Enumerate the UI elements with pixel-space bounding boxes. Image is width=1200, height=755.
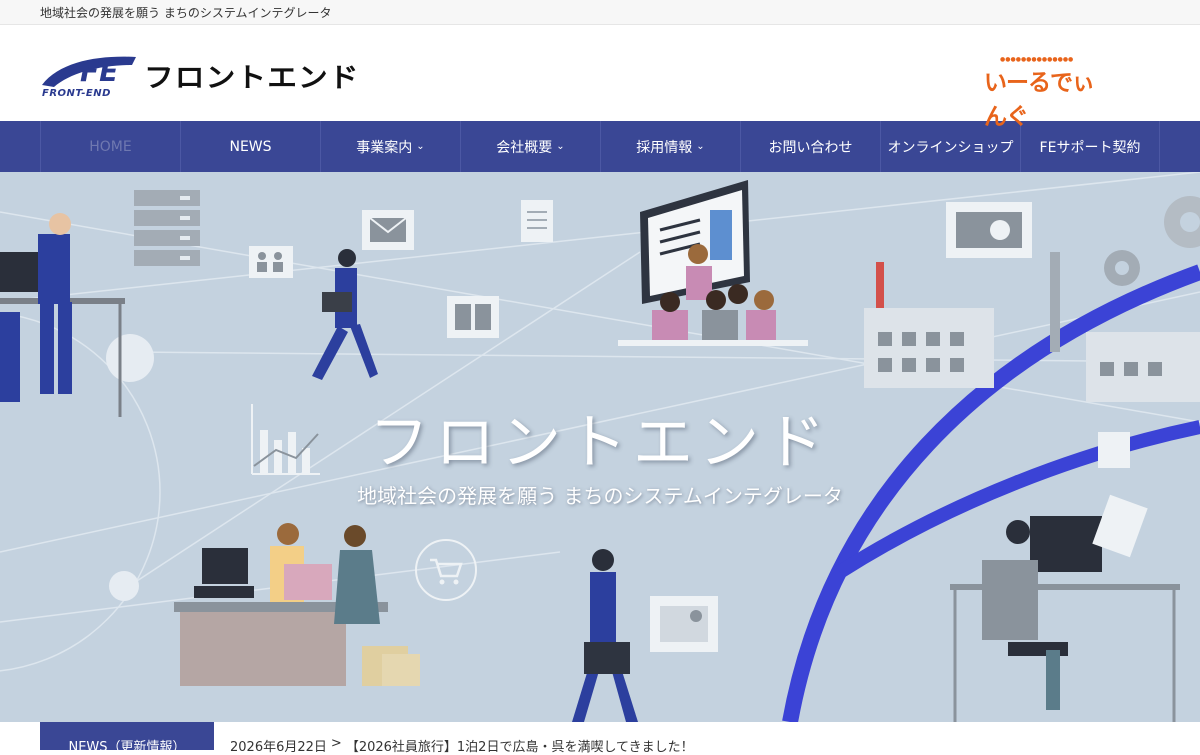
- report-icon: [650, 596, 718, 652]
- desk-worker-illustration: [950, 516, 1180, 722]
- nav-item-recruit[interactable]: 採用情報 ⌄: [600, 121, 740, 172]
- people-icon: [249, 246, 293, 278]
- nav-item-label: お問い合わせ: [768, 139, 853, 156]
- server-rack-icon: [134, 190, 200, 266]
- nav-item-label: 事業案内: [356, 139, 413, 156]
- tagline: 地域社会の発展を願う まちのシステムインテグレータ: [40, 5, 332, 20]
- factory-illustration: [864, 202, 1200, 402]
- nav-item-label: HOME: [89, 138, 132, 155]
- nav-item-home[interactable]: HOME: [40, 121, 180, 172]
- chevron-down-icon: ⌄: [556, 140, 565, 152]
- chevron-down-icon: ⌄: [696, 140, 705, 152]
- news-item[interactable]: 2026年6月22日 > 【2026社員旅行】1泊2日で広島・呉を満喫してきまし…: [230, 736, 694, 755]
- nav-item-contact[interactable]: お問い合わせ: [740, 121, 880, 172]
- nav-item-label: 採用情報: [636, 139, 693, 156]
- chevron-down-icon: ⌄: [416, 140, 425, 152]
- nav-item-company[interactable]: 会社概要 ⌄: [460, 121, 600, 172]
- node-circle: [109, 571, 139, 601]
- news-separator: >: [330, 736, 342, 751]
- news-headline[interactable]: 【2026社員旅行】1泊2日で広島・呉を満喫してきました！: [346, 736, 694, 755]
- site-logo[interactable]: FE FRONT-END フロントエンド: [40, 51, 360, 99]
- hero-title: フロントエンド: [369, 408, 831, 478]
- book-icon: [447, 296, 499, 338]
- nav-item-label: オンラインショップ: [887, 139, 1014, 156]
- logo-mark-text: FE: [80, 55, 118, 88]
- fe-logo-icon: FE FRONT-END: [40, 51, 138, 99]
- news-label: NEWS（更新情報）: [40, 722, 214, 755]
- topbar: 地域社会の発展を願う まちのシステムインテグレータ: [0, 0, 1200, 25]
- office-worker-illustration: [0, 213, 125, 417]
- site-header: FE FRONT-END フロントエンド ●●●●●●●●●●●●●● いーるで…: [0, 25, 1200, 130]
- nav-item-news[interactable]: NEWS: [180, 121, 320, 172]
- partner-name: いーるでぃんぐ: [984, 70, 1095, 130]
- partner-logo-link[interactable]: ●●●●●●●●●●●●●● いーるでぃんぐ: [984, 56, 1114, 130]
- news-bar: NEWS（更新情報） 2026年6月22日 > 【2026社員旅行】1泊2日で広…: [0, 722, 1200, 755]
- nav-item-business[interactable]: 事業案内 ⌄: [320, 121, 460, 172]
- nav-item-label: FEサポート契約: [1039, 139, 1141, 156]
- node-circle: [106, 334, 154, 382]
- presentation-board: [618, 180, 808, 346]
- news-date: 2026年6月22日: [230, 740, 327, 755]
- nav-item-label: 会社概要: [496, 139, 553, 156]
- businessman-with-bag: [572, 549, 638, 722]
- logo-sub: FRONT-END: [42, 88, 111, 99]
- cart-icon: [415, 539, 477, 601]
- hero-banner: フロントエンド 地域社会の発展を願う まちのシステムインテグレータ: [0, 172, 1200, 722]
- shop-counter-illustration: [174, 523, 420, 686]
- hero-subtitle: 地域社会の発展を願う まちのシステムインテグレータ: [357, 484, 843, 508]
- mail-icon: [362, 210, 414, 250]
- partner-logo-icon: ●●●●●●●●●●●●●●: [1000, 56, 1074, 63]
- nav-item-label: NEWS: [229, 138, 272, 155]
- logo-name: フロントエンド: [144, 62, 360, 94]
- document-icon: [521, 200, 553, 242]
